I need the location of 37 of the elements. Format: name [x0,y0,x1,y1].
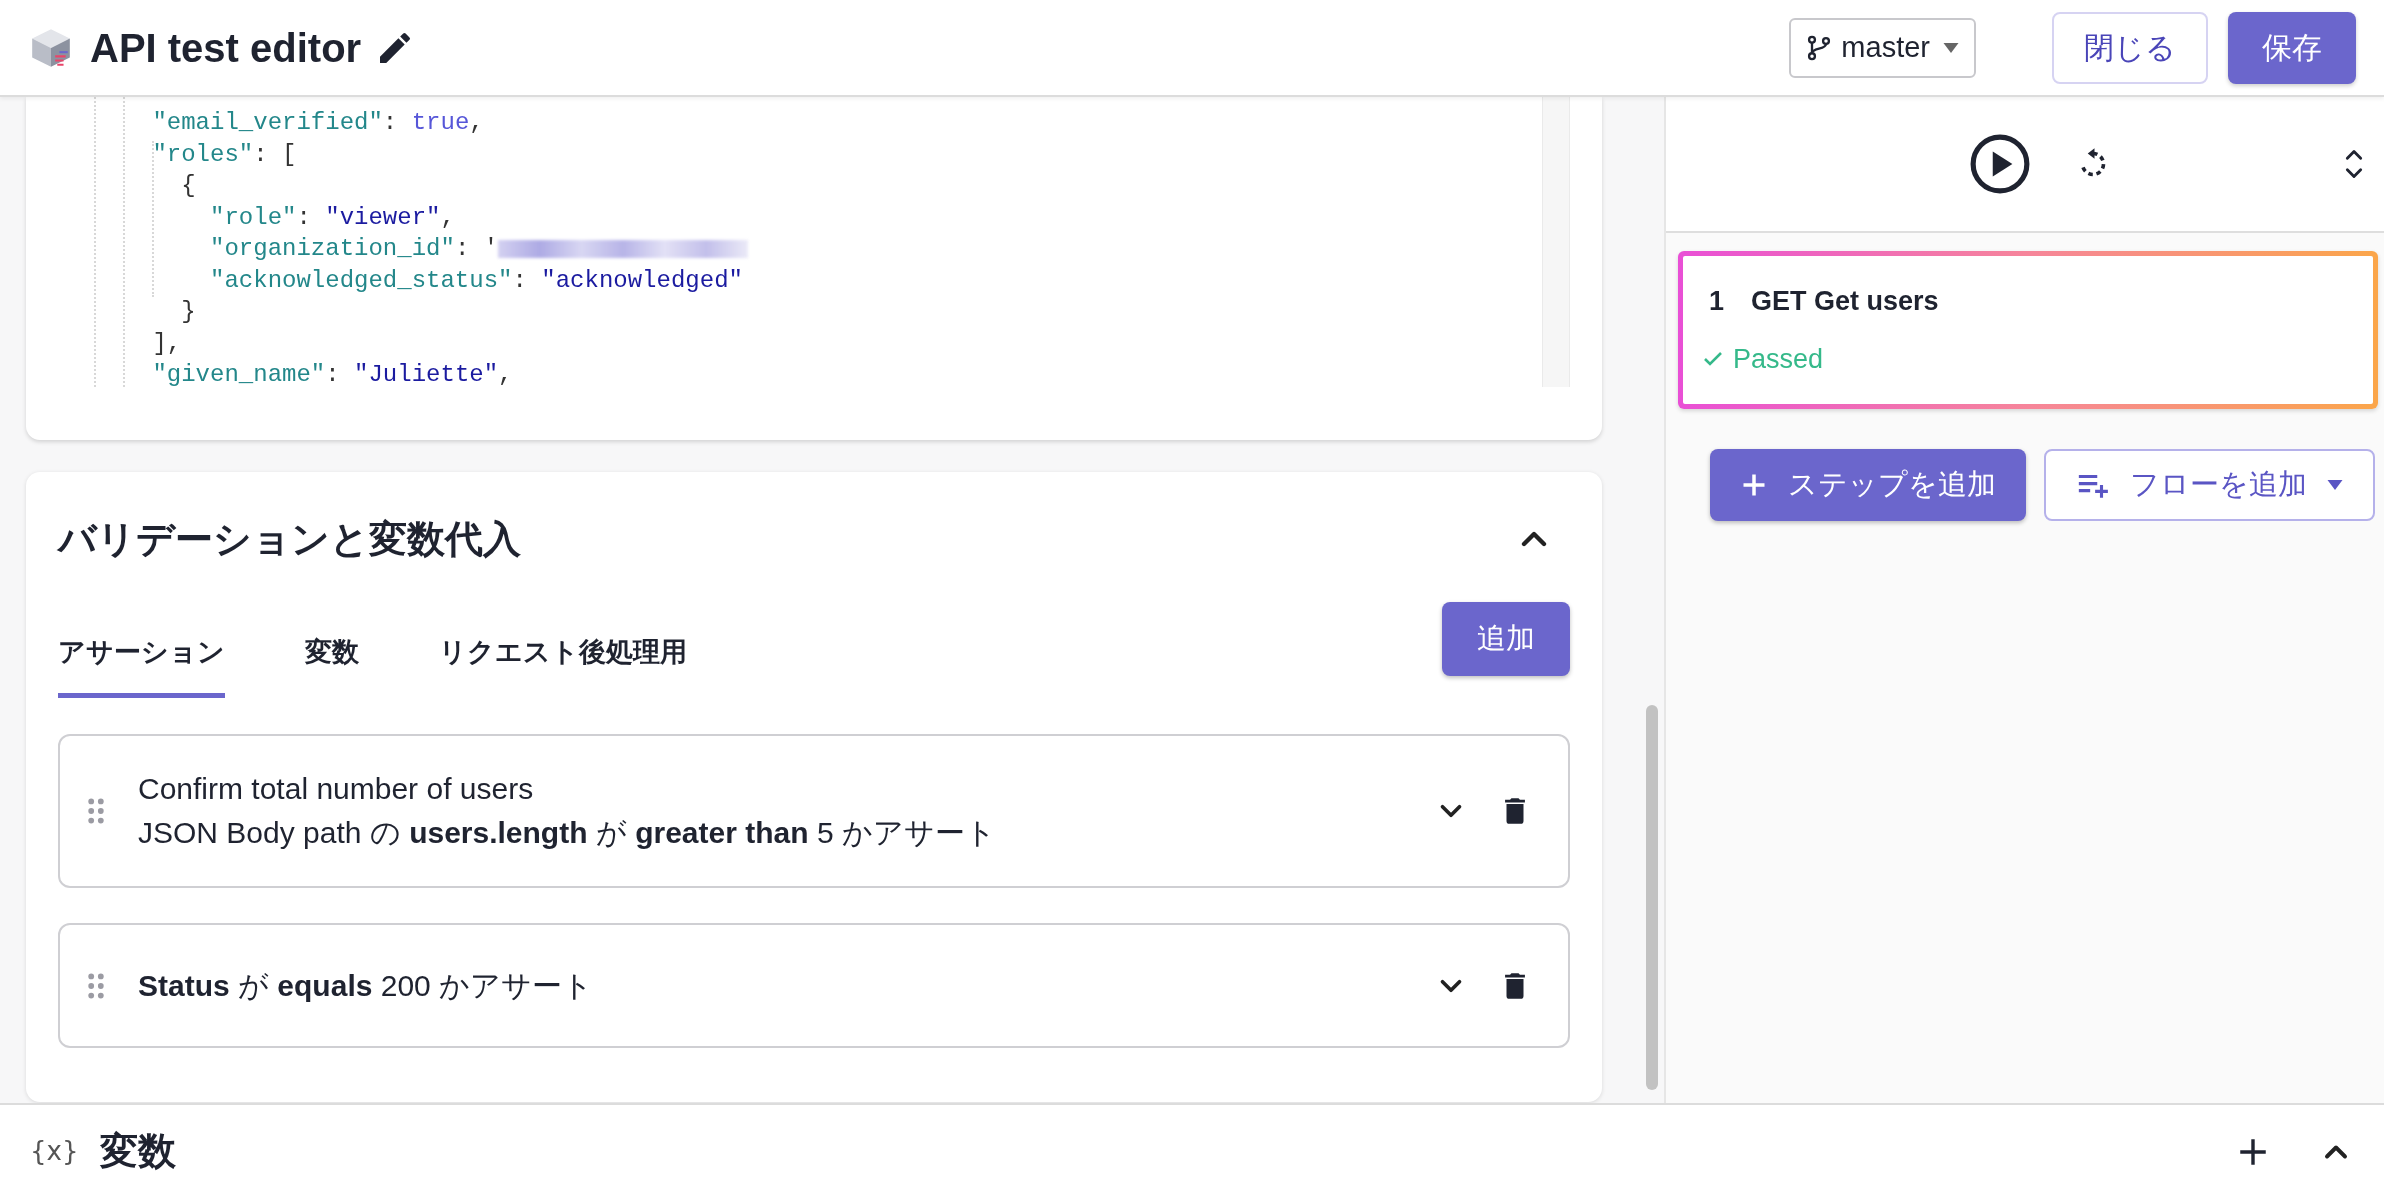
code-line: "given_name": "Juliette", [151,360,513,390]
variable-icon: {x} [30,1132,79,1171]
drag-handle-icon[interactable] [88,798,104,824]
tab[interactable]: リクエスト後処理用 [439,604,687,698]
assertion-title: Confirm total number of users [138,771,534,807]
add-button[interactable]: 追加 [1442,602,1570,676]
code-line: } [180,297,196,327]
assertion-item[interactable]: Confirm total number of users JSON Body path の users.length が greater than 5 かアサート [58,734,1570,888]
step-card[interactable]: 1 GET Get users Passed [1678,251,2378,409]
tab[interactable]: アサーション [58,604,225,698]
step-name: GET Get users [1751,284,1939,318]
branch-dropdown[interactable]: master [1789,17,1976,78]
scrollbar-thumb[interactable] [1646,705,1658,1090]
code-line: "role": "viewer", [209,202,455,233]
step-status: Passed [1733,343,1824,376]
caret-icon [2327,480,2343,490]
close-button[interactable]: 閉じる [2052,11,2208,84]
variables-title: 変数 [100,1129,177,1174]
code-line: "roles": [ [151,139,297,170]
play-icon[interactable] [1969,133,2031,195]
add-step-button[interactable]: ステップを追加 [1710,449,2026,521]
section-title: バリデーションと変数代入 [58,516,521,562]
assertion-description: JSON Body path の users.length が greater than 5 かアサート [138,815,996,851]
drag-handle-icon[interactable] [88,972,104,999]
save-button[interactable]: 保存 [2228,11,2356,84]
page-title: API test editor [90,24,362,72]
code-line: { [180,171,196,201]
tab[interactable]: 変数 [305,604,359,698]
code-line: "acknowledged_status": "acknowledged" [209,265,743,296]
assertion-item[interactable]: Status が equals 200 かアサート [58,923,1570,1048]
code-line: "email_verified": true, [151,108,484,138]
assertion-description: Status が equals 200 かアサート [138,967,594,1004]
caret-icon [1942,42,1960,53]
code-line: "organization_id": ' [66,233,749,265]
add-flow-button[interactable]: フローを追加 [2044,449,2375,521]
code-line: ], [151,328,182,359]
step-number: 1 [1708,284,1726,318]
